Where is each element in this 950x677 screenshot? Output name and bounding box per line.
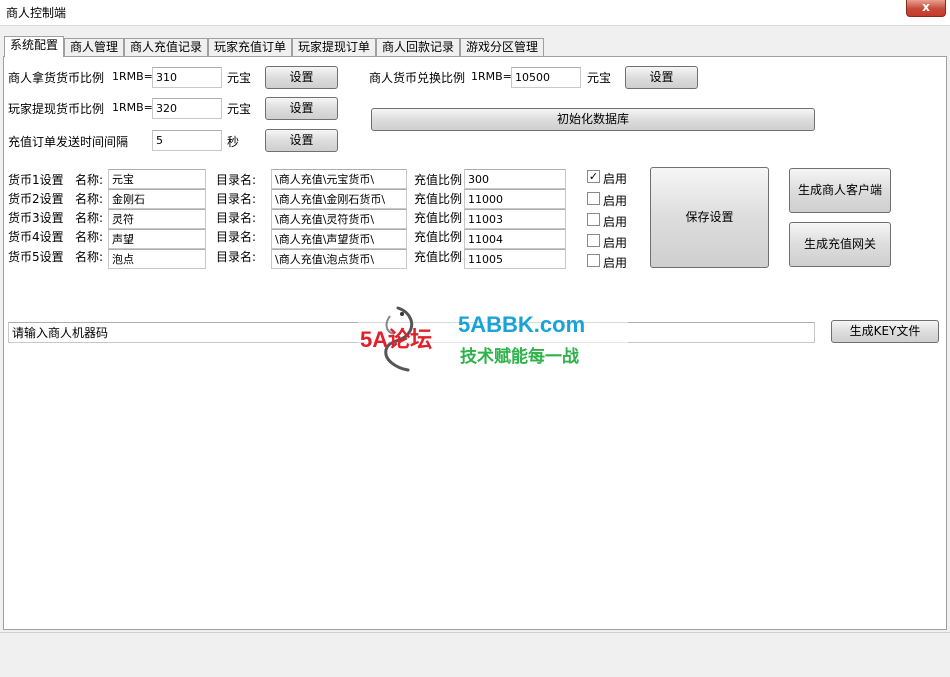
player-withdraw-ratio-label: 玩家提现货币比例 <box>8 102 105 116</box>
generate-recharge-gateway-button[interactable]: 生成充值网关 <box>789 222 891 267</box>
currency-enable-checkbox[interactable]: ✓ <box>587 170 600 183</box>
currency-ratio-label: 充值比例 <box>414 211 463 225</box>
currency-enable-checkbox[interactable] <box>587 213 600 226</box>
currency-enable-label: 启用 <box>603 215 628 229</box>
merchant-ratio-unit: 元宝 <box>227 71 252 85</box>
currency-name-input[interactable]: 泡点 <box>108 249 206 269</box>
exchange-ratio-unit: 元宝 <box>587 71 612 85</box>
tab-merchant-recharge-records[interactable]: 商人充值记录 <box>124 38 208 56</box>
currency-dir-label: 目录名: <box>216 230 257 244</box>
currency-enable-checkbox[interactable] <box>587 254 600 267</box>
currency-ratio-input[interactable]: 11000 <box>464 189 566 209</box>
currency-enable-label: 启用 <box>603 172 628 186</box>
currency-ratio-label: 充值比例 <box>414 173 463 187</box>
tab-merchant-management[interactable]: 商人管理 <box>64 38 124 56</box>
currency-dir-label: 目录名: <box>216 250 257 264</box>
currency-dir-input[interactable]: \商人充值\元宝货币\ <box>271 169 407 189</box>
currency-dir-input[interactable]: \商人充值\灵符货币\ <box>271 209 407 229</box>
currency-dir-label: 目录名: <box>216 192 257 206</box>
currency-label: 货币3设置 <box>8 211 64 225</box>
close-icon: x <box>922 0 930 14</box>
player-withdraw-ratio-unit: 元宝 <box>227 102 252 116</box>
currency-ratio-label: 充值比例 <box>414 250 463 264</box>
close-button[interactable]: x <box>906 0 946 17</box>
currency-name-label: 名称: <box>75 250 104 264</box>
watermark-brand: 5A论坛 <box>360 327 433 352</box>
merchant-ratio-set-button[interactable]: 设置 <box>265 66 338 89</box>
currency-name-label: 名称: <box>75 230 104 244</box>
order-interval-set-button[interactable]: 设置 <box>265 129 338 152</box>
currency-label: 货币5设置 <box>8 250 64 264</box>
window-title: 商人控制端 <box>6 6 67 20</box>
player-withdraw-ratio-input[interactable]: 320 <box>152 98 222 119</box>
title-bar: 商人控制端 x <box>0 0 950 26</box>
generate-key-file-button[interactable]: 生成KEY文件 <box>831 320 939 343</box>
currency-ratio-input[interactable]: 11003 <box>464 209 566 229</box>
exchange-ratio-prefix: 1RMB= <box>471 70 512 83</box>
currency-label: 货币4设置 <box>8 230 64 244</box>
exchange-ratio-set-button[interactable]: 设置 <box>625 66 698 89</box>
save-settings-button[interactable]: 保存设置 <box>650 167 769 268</box>
order-interval-label: 充值订单发送时间间隔 <box>8 135 129 149</box>
player-withdraw-ratio-set-button[interactable]: 设置 <box>265 97 338 120</box>
exchange-ratio-input[interactable]: 10500 <box>511 67 581 88</box>
currency-enable-checkbox[interactable] <box>587 234 600 247</box>
currency-name-label: 名称: <box>75 173 104 187</box>
watermark-slogan: 技术赋能每一战 <box>460 347 579 367</box>
currency-ratio-label: 充值比例 <box>414 230 463 244</box>
currency-name-input[interactable]: 金刚石 <box>108 189 206 209</box>
player-withdraw-ratio-prefix: 1RMB= <box>112 101 153 114</box>
currency-dir-input[interactable]: \商人充值\金刚石货币\ <box>271 189 407 209</box>
tab-system-config[interactable]: 系统配置 <box>4 36 64 57</box>
currency-label: 货币1设置 <box>8 173 64 187</box>
currency-enable-label: 启用 <box>603 194 628 208</box>
currency-label: 货币2设置 <box>8 192 64 206</box>
merchant-ratio-prefix: 1RMB= <box>112 70 153 83</box>
currency-name-label: 名称: <box>75 211 104 225</box>
currency-ratio-label: 充值比例 <box>414 192 463 206</box>
currency-ratio-input[interactable]: 11004 <box>464 229 566 249</box>
tab-merchant-payback-records[interactable]: 商人回款记录 <box>376 38 460 56</box>
tab-player-withdraw-orders[interactable]: 玩家提现订单 <box>292 38 376 56</box>
watermark-domain: 5ABBK.com <box>458 312 586 337</box>
currency-enable-label: 启用 <box>603 256 628 270</box>
init-database-button[interactable]: 初始化数据库 <box>371 108 815 131</box>
currency-name-input[interactable]: 声望 <box>108 229 206 249</box>
tab-game-zone-management[interactable]: 游戏分区管理 <box>460 38 544 56</box>
currency-dir-label: 目录名: <box>216 211 257 225</box>
currency-enable-label: 启用 <box>603 236 628 250</box>
currency-name-label: 名称: <box>75 192 104 206</box>
currency-name-input[interactable]: 元宝 <box>108 169 206 189</box>
merchant-ratio-label: 商人拿货货币比例 <box>8 71 105 85</box>
checkmark-icon: ✓ <box>588 170 599 183</box>
currency-enable-checkbox[interactable] <box>587 192 600 205</box>
currency-dir-input[interactable]: \商人充值\声望货币\ <box>271 229 407 249</box>
watermark: 5A论坛 5ABBK.com 技术赋能每一战 <box>358 300 628 390</box>
exchange-ratio-label: 商人货币兑换比例 <box>369 71 466 85</box>
order-interval-input[interactable]: 5 <box>152 130 222 151</box>
order-interval-unit: 秒 <box>227 135 240 149</box>
currency-dir-input[interactable]: \商人充值\泡点货币\ <box>271 249 407 269</box>
status-bar <box>0 632 950 677</box>
generate-merchant-client-button[interactable]: 生成商人客户端 <box>789 168 891 213</box>
merchant-ratio-input[interactable]: 310 <box>152 67 222 88</box>
currency-ratio-input[interactable]: 11005 <box>464 249 566 269</box>
currency-ratio-input[interactable]: 300 <box>464 169 566 189</box>
currency-dir-label: 目录名: <box>216 173 257 187</box>
currency-name-input[interactable]: 灵符 <box>108 209 206 229</box>
tab-player-recharge-orders[interactable]: 玩家充值订单 <box>208 38 292 56</box>
